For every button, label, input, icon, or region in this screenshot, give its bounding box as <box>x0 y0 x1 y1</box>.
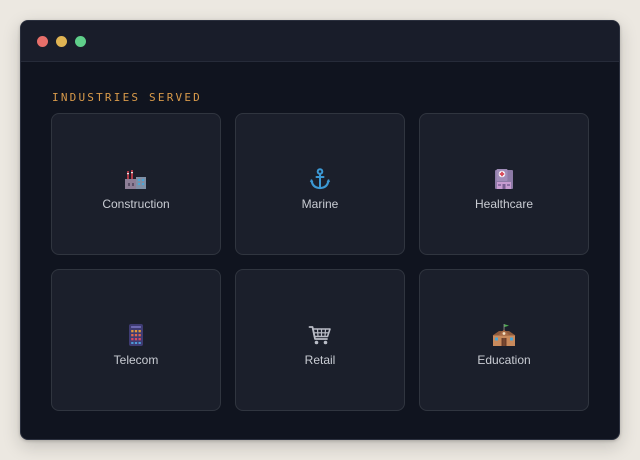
industry-label: Education <box>477 353 531 367</box>
industry-card-telecom[interactable]: Telecom <box>51 269 221 411</box>
section-heading: INDUSTRIES SERVED <box>52 91 202 104</box>
industry-label: Telecom <box>113 353 159 367</box>
minimize-window-button[interactable] <box>56 36 67 47</box>
app-window: INDUSTRIES SERVED Construction Marine He… <box>20 20 620 440</box>
industry-label: Retail <box>304 353 336 367</box>
industry-card-construction[interactable]: Construction <box>51 113 221 255</box>
window-titlebar <box>21 21 619 62</box>
industry-label: Construction <box>102 197 170 211</box>
industry-label: Marine <box>301 197 339 211</box>
shopping-cart-icon <box>308 323 332 347</box>
maximize-window-button[interactable] <box>75 36 86 47</box>
anchor-icon <box>308 167 332 191</box>
close-window-button[interactable] <box>37 36 48 47</box>
hospital-icon <box>492 167 516 191</box>
industry-card-retail[interactable]: Retail <box>235 269 405 411</box>
industry-card-marine[interactable]: Marine <box>235 113 405 255</box>
industry-card-education[interactable]: Education <box>419 269 589 411</box>
industries-grid: Construction Marine Healthcare Telecom R… <box>51 113 589 411</box>
industry-card-healthcare[interactable]: Healthcare <box>419 113 589 255</box>
school-icon <box>492 323 516 347</box>
phone-keypad-icon <box>124 323 148 347</box>
industry-label: Healthcare <box>474 197 534 211</box>
factory-icon <box>124 167 148 191</box>
